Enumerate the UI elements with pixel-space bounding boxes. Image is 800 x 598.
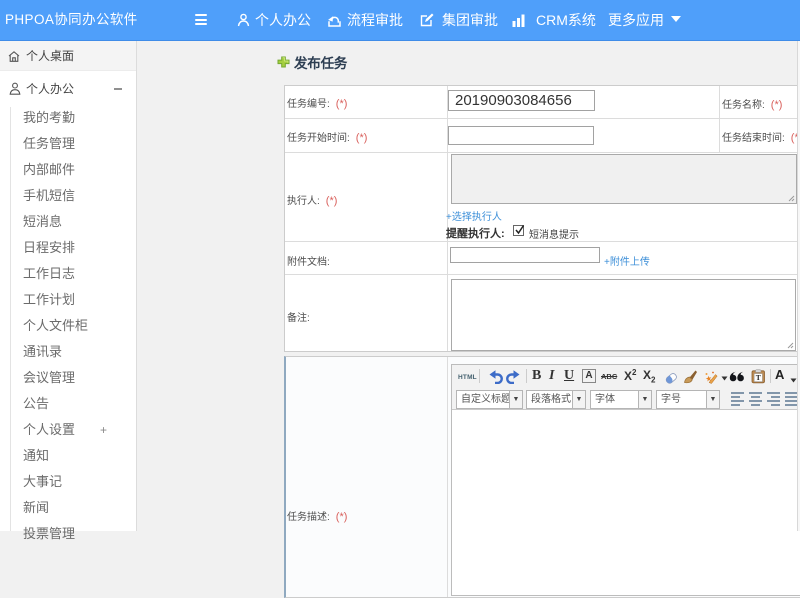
svg-text:T: T xyxy=(756,373,761,382)
